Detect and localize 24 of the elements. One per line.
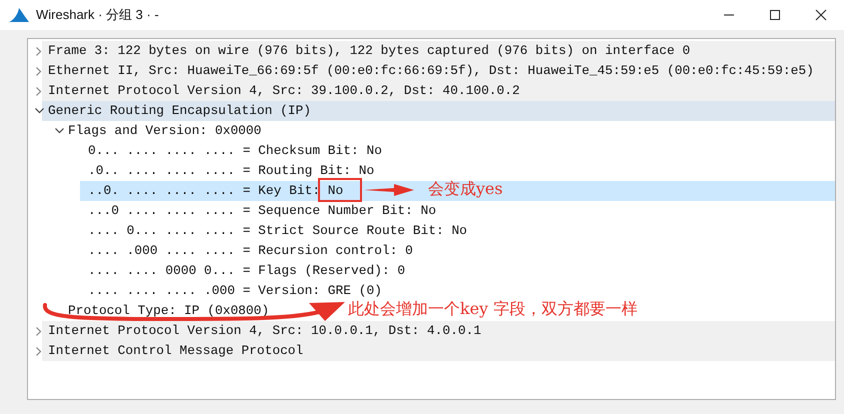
tree-item[interactable]: Protocol Type: IP (0x0800)	[66, 301, 272, 321]
highlight-rectangle	[318, 178, 362, 202]
chevron-down-icon[interactable]	[54, 128, 64, 134]
tree-item[interactable]: .0.. .... .... .... = Routing Bit: No	[86, 161, 376, 181]
tree-item[interactable]: ..0. .... .... .... = Key Bit: No	[86, 181, 346, 201]
tree-item[interactable]: .... .000 .... .... = Recursion control: 0	[86, 241, 415, 261]
shark-fin-icon	[8, 7, 30, 23]
window-title: Wireshark · 分组 3 · -	[36, 6, 159, 24]
chevron-right-icon[interactable]	[36, 326, 42, 336]
tree-item[interactable]: .... 0... .... .... = Strict Source Route Bit: No	[86, 221, 470, 241]
tree-item[interactable]: .... .... .... .000 = Version: GRE (0)	[86, 281, 384, 301]
chevron-right-icon[interactable]	[36, 346, 42, 356]
annotation-text: 此处会增加一个key 字段，双方都要一样	[348, 299, 638, 320]
chevron-right-icon[interactable]	[36, 46, 42, 56]
annotation-text: 会变成yes	[428, 179, 503, 200]
tree-item[interactable]: 0... .... .... .... = Checksum Bit: No	[86, 141, 384, 161]
chevron-right-icon[interactable]	[36, 66, 42, 76]
tree-item[interactable]: ...0 .... .... .... = Sequence Number Bit: No	[86, 201, 438, 221]
chevron-right-icon[interactable]	[36, 86, 42, 96]
close-icon[interactable]	[815, 9, 827, 21]
maximize-icon[interactable]	[769, 9, 781, 21]
chevron-down-icon[interactable]	[34, 108, 44, 114]
tree-item[interactable]: .... .... 0000 0... = Flags (Reserved): 0	[86, 261, 408, 281]
tree-item[interactable]: Flags and Version: 0x0000	[66, 121, 264, 141]
